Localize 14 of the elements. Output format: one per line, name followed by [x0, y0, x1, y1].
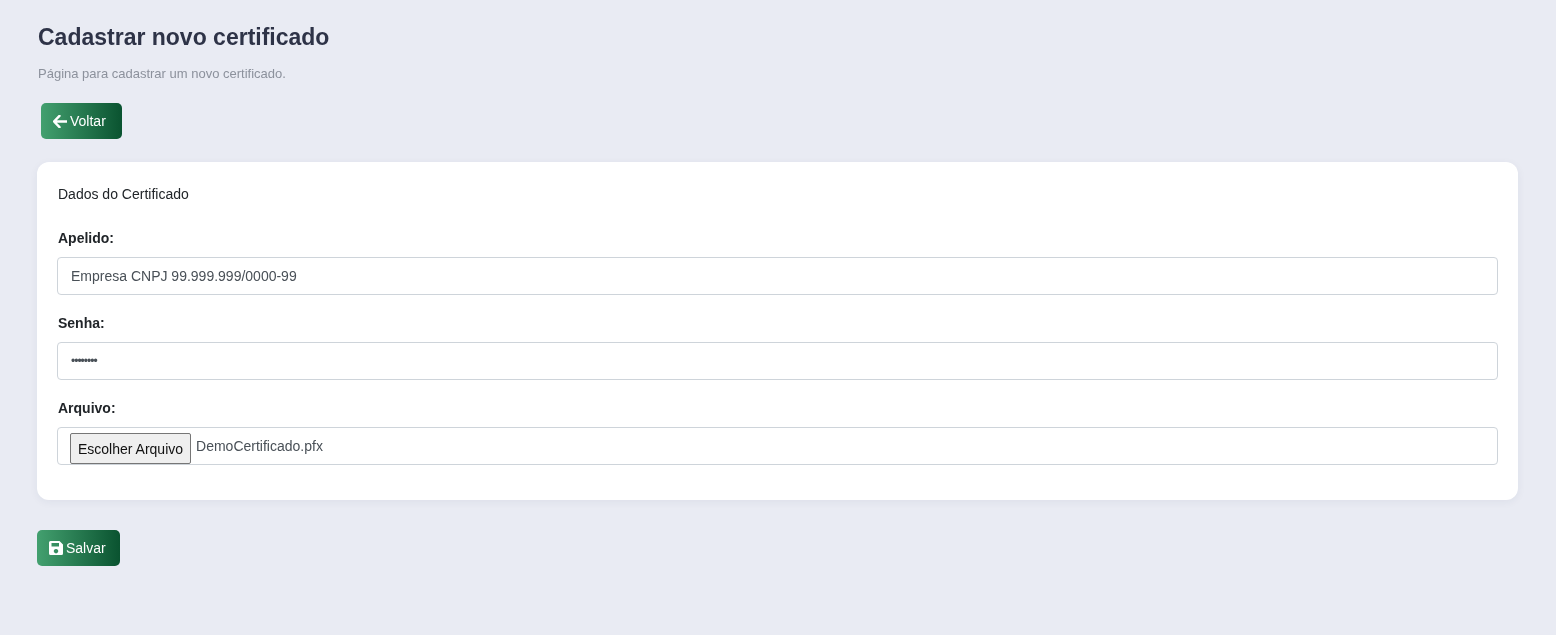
file-input-field[interactable]: Escolher Arquivo DemoCertificado.pfx — [57, 427, 1498, 465]
text-field[interactable]: Empresa CNPJ 99.999.999/0000-99 — [57, 257, 1498, 295]
choose-file-button[interactable]: Escolher Arquivo — [70, 433, 192, 464]
page-subtitle: Página para cadastrar um novo certificado. — [38, 65, 287, 82]
field-label: Arquivo: — [58, 399, 116, 417]
field-label: Apelido: — [58, 229, 114, 247]
save-button[interactable]: Salvar — [37, 530, 120, 566]
page-title: Cadastrar novo certificado — [38, 23, 331, 52]
password-field[interactable]: •••••••• — [57, 342, 1498, 380]
file-name: DemoCertificado.pfx — [196, 438, 323, 454]
card-title: Dados do Certificado — [58, 185, 190, 203]
field-label: Senha: — [58, 314, 105, 332]
back-button[interactable]: Voltar — [41, 103, 122, 139]
arrow-left-icon — [53, 114, 67, 128]
